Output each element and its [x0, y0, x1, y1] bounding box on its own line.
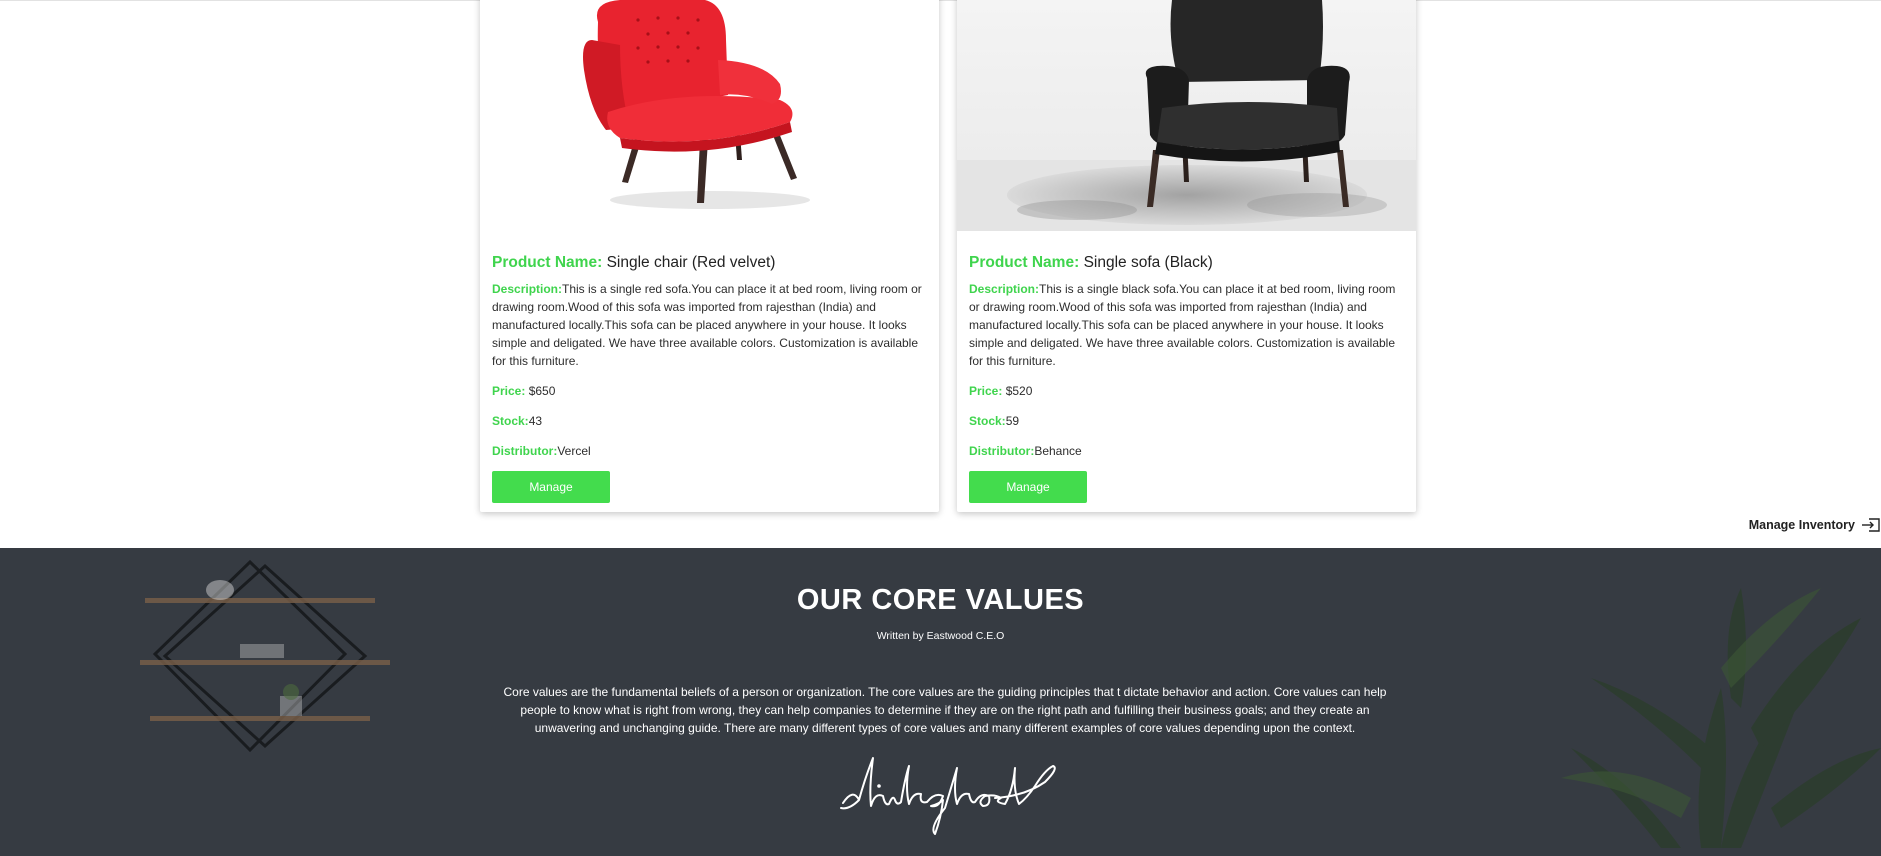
product-stock: Stock:43	[492, 412, 922, 430]
black-armchair-image	[957, 0, 1416, 231]
stock-label: Stock:	[969, 414, 1006, 428]
distributor-label: Distributor:	[492, 444, 558, 458]
product-name-value: Single sofa (Black)	[1083, 254, 1213, 271]
product-description: Description:This is a single black sofa.…	[969, 280, 1399, 370]
product-name-label: Product Name:	[969, 254, 1080, 271]
product-description: Description:This is a single red sofa.Yo…	[492, 280, 922, 370]
red-armchair-image	[480, 0, 939, 231]
sign-in-icon	[1862, 518, 1880, 532]
product-card: Product Name: Single chair (Red velvet) …	[480, 0, 939, 512]
manage-button[interactable]: Manage	[969, 471, 1087, 503]
product-price: Price: $650	[492, 382, 922, 400]
product-stock: Stock:59	[969, 412, 1399, 430]
product-name-value: Single chair (Red velvet)	[606, 254, 776, 271]
price-value: $520	[1005, 384, 1033, 398]
distributor-label: Distributor:	[969, 444, 1035, 458]
distributor-value: Vercel	[557, 444, 591, 458]
stock-label: Stock:	[492, 414, 529, 428]
product-price: Price: $520	[969, 382, 1399, 400]
distributor-value: Behance	[1034, 444, 1082, 458]
core-values-text: Core values are the fundamental beliefs …	[503, 685, 1387, 735]
product-name: Product Name: Single chair (Red velvet)	[492, 252, 922, 274]
core-values-subtitle: Written by Eastwood C.E.O	[876, 630, 1005, 642]
price-label: Price:	[492, 384, 526, 398]
manage-inventory-link[interactable]: Manage Inventory	[1749, 515, 1881, 535]
ceo-signature	[840, 757, 1056, 835]
description-label: Description:	[969, 282, 1040, 296]
core-values-section: OUR CORE VALUES Written by Eastwood C.E.…	[0, 548, 1881, 856]
product-name-label: Product Name:	[492, 254, 603, 271]
product-cards: Product Name: Single chair (Red velvet) …	[0, 0, 1881, 548]
manage-button[interactable]: Manage	[492, 471, 610, 503]
manage-inventory-label: Manage Inventory	[1748, 518, 1855, 532]
price-value: $650	[528, 384, 556, 398]
product-card: Product Name: Single sofa (Black) Descri…	[957, 0, 1416, 512]
price-label: Price:	[969, 384, 1003, 398]
product-distributor: Distributor:Behance	[969, 442, 1399, 460]
product-name: Product Name: Single sofa (Black)	[969, 252, 1399, 274]
description-label: Description:	[492, 282, 563, 296]
product-distributor: Distributor:Vercel	[492, 442, 922, 460]
core-values-title: OUR CORE VALUES	[796, 584, 1085, 616]
stock-value: 43	[528, 414, 543, 428]
stock-value: 59	[1005, 414, 1020, 428]
